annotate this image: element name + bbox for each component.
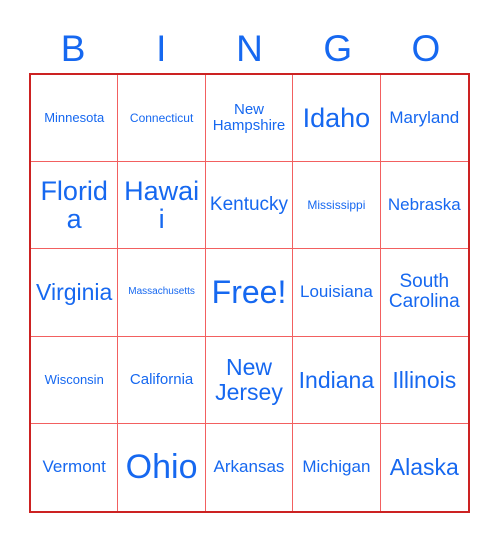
bingo-cell[interactable]: Alaska	[381, 424, 468, 511]
bingo-header-letter-o: O	[411, 28, 441, 69]
bingo-cell-label: Ohio	[125, 448, 198, 487]
bingo-cell-label: Indiana	[298, 366, 375, 393]
bingo-header-letter-g: G	[323, 28, 353, 69]
bingo-cell-label: Kentucky	[209, 194, 289, 216]
bingo-cell-label: Maryland	[389, 108, 460, 128]
bingo-cell-label: Alaska	[389, 454, 459, 481]
bingo-cell-label: Nebraska	[387, 195, 461, 215]
bingo-cell[interactable]: Connecticut	[118, 75, 206, 163]
bingo-free-space-cell[interactable]: Free!	[205, 249, 294, 337]
bingo-header-letter-i: I	[156, 28, 167, 69]
bingo-cell[interactable]: Mississippi	[293, 162, 381, 250]
bingo-cell-label: Arkansas	[213, 457, 285, 477]
bingo-header-letter-n: N	[236, 28, 263, 69]
bingo-cell[interactable]: Maryland	[380, 75, 468, 163]
bingo-cell-label: Michigan	[302, 457, 371, 477]
bingo-free-space-label: Free!	[211, 273, 287, 310]
bingo-cell-label: Minnesota	[44, 110, 105, 126]
bingo-cell-label: Louisiana	[300, 282, 373, 302]
bingo-cell-label: California	[129, 370, 194, 388]
bingo-card: B I N G O Minnesota Connecticut New Hamp…	[0, 0, 500, 544]
bingo-cell[interactable]: Minnesota	[31, 75, 119, 163]
bingo-cell-label: South Carolina	[388, 271, 460, 313]
bingo-cell[interactable]: South Carolina	[380, 249, 468, 337]
bingo-cell[interactable]: Virginia	[31, 249, 119, 337]
bingo-cell[interactable]: Michigan	[293, 423, 381, 511]
bingo-cell[interactable]: New Jersey	[205, 336, 294, 424]
bingo-cell[interactable]: Vermont	[31, 423, 119, 511]
bingo-cell[interactable]: Louisiana	[293, 249, 381, 337]
bingo-cell[interactable]: Hawaii	[118, 162, 206, 250]
bingo-cell[interactable]: Nebraska	[380, 162, 468, 250]
bingo-cell[interactable]: New Hampshire	[205, 75, 294, 163]
bingo-cell[interactable]: Idaho	[293, 75, 381, 163]
bingo-cell-label: Idaho	[302, 102, 371, 133]
bingo-cell[interactable]: Florida	[31, 162, 119, 250]
bingo-cell[interactable]: Ohio	[118, 423, 206, 511]
bingo-cell[interactable]: Massachusetts	[118, 249, 206, 337]
bingo-cell[interactable]: Kentucky	[205, 162, 294, 250]
bingo-cell-label: New Hampshire	[212, 101, 286, 135]
bingo-header-letter-b: B	[60, 28, 86, 69]
bingo-cell-label: New Jersey	[215, 354, 283, 405]
bingo-cell-label: Virginia	[36, 279, 113, 306]
bingo-cell-label: Vermont	[42, 457, 106, 477]
bingo-cell[interactable]: Indiana	[293, 336, 381, 424]
bingo-cell-label: Mississippi	[307, 197, 366, 212]
bingo-cell[interactable]: Arkansas	[206, 423, 294, 511]
bingo-cell[interactable]: Wisconsin	[31, 336, 119, 424]
bingo-grid: Minnesota Connecticut New Hampshire Idah…	[29, 73, 470, 513]
bingo-cell-label: Hawaii	[124, 175, 200, 235]
bingo-cell-label: Florida	[40, 175, 108, 235]
bingo-cell-label: Connecticut	[129, 110, 194, 125]
bingo-cell[interactable]: Illinois	[380, 337, 468, 424]
bingo-cell-label: Illinois	[392, 366, 457, 393]
bingo-cell-label: Wisconsin	[44, 371, 104, 387]
bingo-header-letters: B I N G O	[29, 24, 470, 73]
bingo-cell[interactable]: California	[118, 336, 206, 424]
bingo-cell-label: Massachusetts	[128, 286, 195, 298]
